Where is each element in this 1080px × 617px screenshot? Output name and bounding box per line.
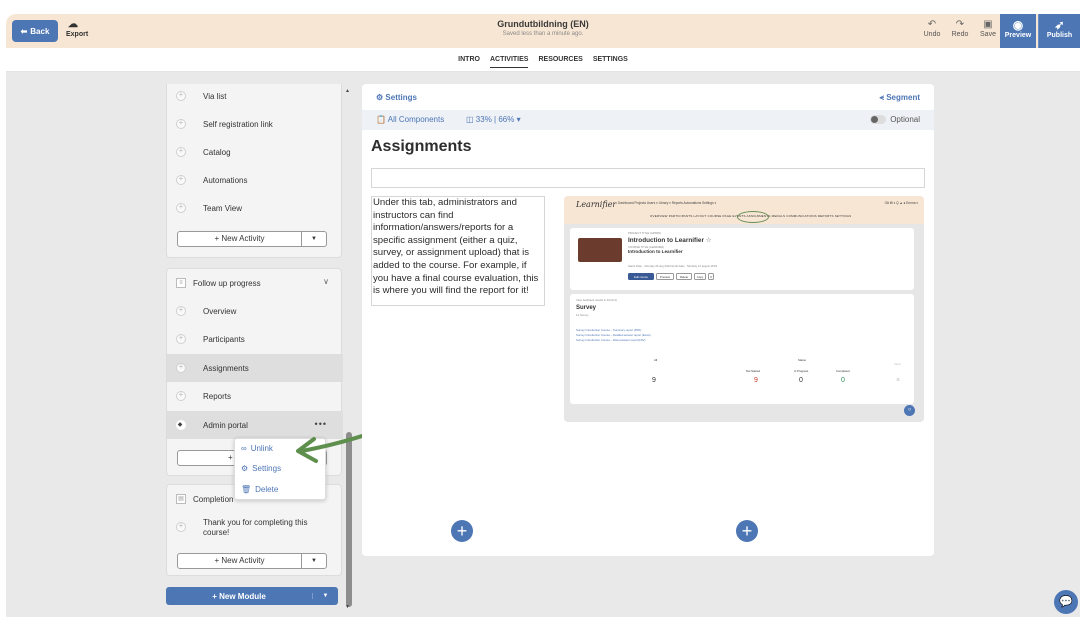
module-icon: ≡ xyxy=(176,278,186,288)
highlight-circle xyxy=(737,211,769,223)
segment-link[interactable]: ⪪ Segment xyxy=(879,93,920,103)
mini-survey-card: View feedback results in full (6.2) Surv… xyxy=(570,294,914,404)
plus-icon xyxy=(176,146,186,157)
new-module-button[interactable]: + New Module ▼ xyxy=(166,587,338,605)
module-header[interactable]: ≡ Follow up progress ∨ xyxy=(167,269,343,297)
plus-icon xyxy=(176,305,186,316)
activity-editor-panel: ⚙ Settings ⪪ Segment 📋 All Components ◫ … xyxy=(362,84,934,556)
activity-participants[interactable]: Participants xyxy=(167,325,343,353)
activity-heading[interactable]: Assignments xyxy=(371,138,471,156)
learnifier-logo: Learnifier xyxy=(576,200,617,209)
new-activity-button[interactable]: + New Activity ▼ xyxy=(177,231,327,247)
segment-icon: ⪪ xyxy=(879,93,884,102)
activity-settings-link[interactable]: ⚙ Settings xyxy=(376,93,417,102)
activity-overview[interactable]: Overview xyxy=(167,297,343,325)
mini-course-card: PROJECT TITLE (ADMIN) Introduction to Le… xyxy=(570,228,914,290)
caret-down-icon[interactable]: ▼ xyxy=(302,236,326,242)
course-title: Grundutbildning (EN) xyxy=(497,19,589,29)
mini-nav: Dashboard Projects Users ▾ Library ▾ Rep… xyxy=(618,201,717,205)
clipboard-icon: 📋 xyxy=(376,115,386,124)
scroll-up-icon[interactable]: ▲ xyxy=(345,88,350,94)
course-thumbnail xyxy=(578,238,622,262)
new-activity-button-3[interactable]: + New Activity ▼ xyxy=(177,553,327,569)
image-component[interactable]: Learnifier Dashboard Projects Users ▾ Li… xyxy=(564,196,924,422)
course-title-area: Grundutbildning (EN) Saved less than a m… xyxy=(6,19,1080,37)
save-button[interactable]: ▣ Save xyxy=(978,19,998,38)
mini-project-title: Introduction to Learnifier ☆ xyxy=(628,237,712,244)
activity-reports[interactable]: Reports xyxy=(167,382,343,410)
activity-catalog[interactable]: Catalog xyxy=(167,138,343,166)
activity-self-registration-link[interactable]: Self registration link xyxy=(167,110,343,138)
caret-down-icon[interactable]: ▼ xyxy=(312,593,338,599)
activity-thank-you[interactable]: Thank you for completing this course! xyxy=(167,513,343,543)
plus-icon xyxy=(176,174,186,185)
mini-user-menu: Gå till ▾ Q ▲ ● Emma ▾ xyxy=(884,201,918,205)
diamond-icon xyxy=(176,420,186,430)
undo-button[interactable]: ↶ Undo xyxy=(922,19,942,38)
mini-course-title: Introduction to Learnifier xyxy=(628,249,683,254)
rocket-icon: ➶ xyxy=(1054,18,1065,32)
mini-chat-icon: ○ xyxy=(904,405,915,416)
save-icon: ▣ xyxy=(983,19,993,30)
plus-icon xyxy=(176,202,186,213)
empty-component[interactable] xyxy=(371,168,925,188)
chevron-down-icon[interactable]: ∨ xyxy=(323,277,329,286)
editor-tabs: INTRO ACTIVITIES RESOURCES SETTINGS xyxy=(6,48,1080,72)
activity-team-view[interactable]: Team View xyxy=(167,194,343,222)
mini-header: Learnifier Dashboard Projects Users ▾ Li… xyxy=(564,196,924,224)
plus-icon xyxy=(176,90,186,101)
add-component-left-button[interactable]: + xyxy=(451,520,473,542)
gear-icon: ⚙ xyxy=(376,93,384,102)
save-status: Saved less than a minute ago. xyxy=(502,31,584,37)
text-component[interactable]: Under this tab, administrators and instr… xyxy=(371,196,545,306)
plus-icon xyxy=(176,390,186,401)
menu-item-settings[interactable]: ⚙ Settings xyxy=(241,464,281,473)
plus-icon xyxy=(176,362,186,373)
activity-automations[interactable]: Automations xyxy=(167,166,343,194)
components-toolbar: 📋 All Components ◫ 33% | 66% ▾ Optional xyxy=(362,110,934,130)
mini-caret: ▾ xyxy=(708,273,714,280)
undo-icon: ↶ xyxy=(927,19,937,30)
module-card-1: Via list Self registration link Catalog … xyxy=(166,84,342,258)
trash-icon: 🗑 xyxy=(241,485,252,494)
optional-toggle[interactable]: Optional xyxy=(870,115,920,124)
tab-activities[interactable]: ACTIVITIES xyxy=(489,52,529,68)
redo-icon: ↷ xyxy=(955,19,965,30)
tab-intro[interactable]: INTRO xyxy=(458,52,480,67)
chat-icon[interactable]: 💬 xyxy=(1054,590,1078,614)
caret-down-icon[interactable]: ▼ xyxy=(302,558,326,564)
toggle-switch[interactable] xyxy=(870,115,887,124)
plus-icon xyxy=(176,118,186,129)
eye-icon: ◉ xyxy=(1012,18,1024,32)
menu-item-unlink[interactable]: ∞ Unlink xyxy=(241,444,273,453)
all-components-button[interactable]: 📋 All Components xyxy=(376,115,444,124)
redo-button[interactable]: ↷ Redo xyxy=(950,19,970,38)
module-icon: ▤ xyxy=(176,494,186,504)
plus-icon xyxy=(176,333,186,344)
preview-button[interactable]: ◉ Preview xyxy=(1000,14,1036,48)
plus-icon xyxy=(176,521,186,532)
editor-tools: ↶ Undo ↷ Redo ▣ Save xyxy=(922,19,998,38)
top-bar: ⬅ Back ☁ Export Grundutbildning (EN) Sav… xyxy=(6,14,1080,48)
star-icon: ☆ xyxy=(705,237,712,244)
tab-resources[interactable]: RESOURCES xyxy=(538,52,582,67)
layout-icon: ◫ xyxy=(466,115,474,124)
tab-settings[interactable]: SETTINGS xyxy=(593,52,628,67)
add-component-right-button[interactable]: + xyxy=(736,520,758,542)
gear-icon: ⚙ xyxy=(241,464,249,473)
activity-assignments[interactable]: Assignments xyxy=(167,354,343,382)
menu-item-delete[interactable]: 🗑 Delete xyxy=(241,485,278,494)
layout-ratio-dropdown[interactable]: ◫ 33% | 66% ▾ xyxy=(466,115,521,124)
unlink-icon: ∞ xyxy=(241,444,247,453)
scroll-down-icon[interactable]: ▼ xyxy=(345,604,350,610)
activity-via-list[interactable]: Via list xyxy=(167,82,343,110)
publish-button[interactable]: ➶ Publish xyxy=(1038,14,1080,48)
